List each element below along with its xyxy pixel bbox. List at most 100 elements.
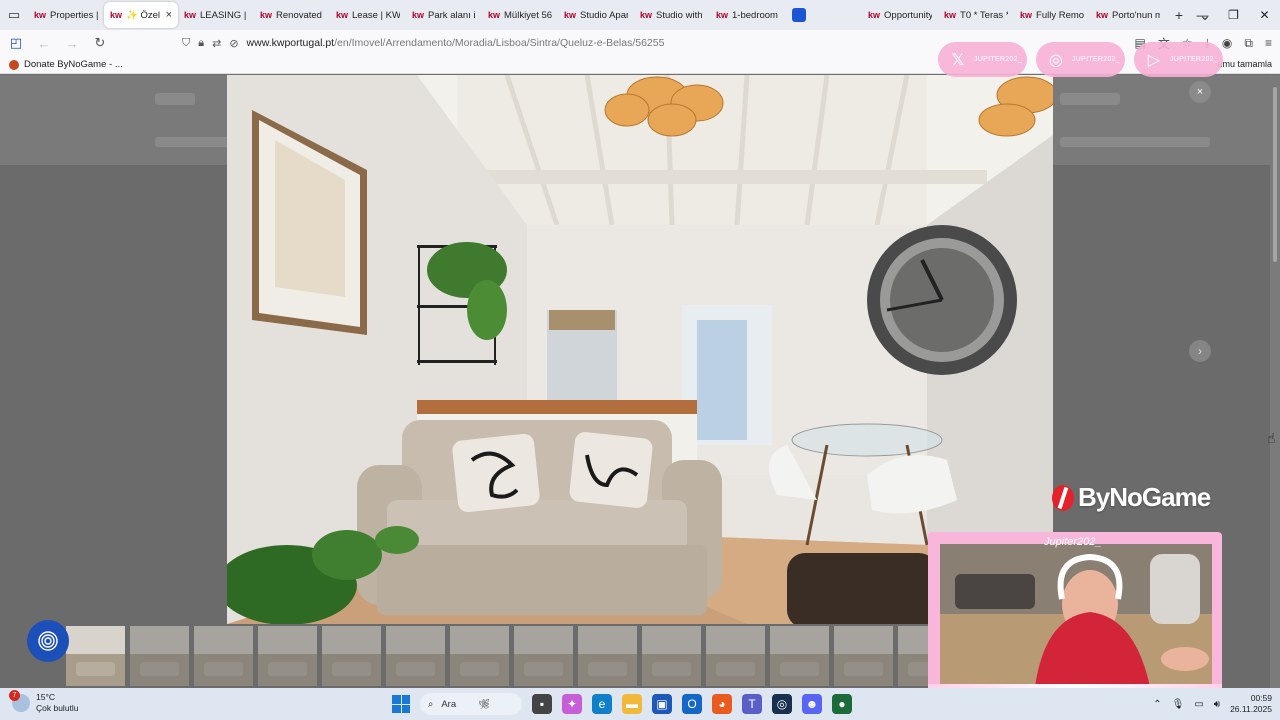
bookmarks-overflow-text[interactable]: umu tamamla — [1217, 59, 1272, 69]
steam-icon[interactable]: ◎ — [772, 694, 792, 714]
microphone-icon[interactable]: 🎙︎ — [1172, 699, 1185, 710]
tab-11[interactable]: kw Opportunity — [862, 2, 938, 28]
search-placeholder: Ara — [441, 698, 457, 710]
bookmark-donate[interactable]: Donate ByNoGame - ... — [0, 59, 123, 70]
tracking-icon[interactable]: ⊘ — [229, 37, 238, 50]
edge-icon[interactable]: e — [592, 694, 612, 714]
window-controls: — ❐ ✕ — [1187, 0, 1280, 30]
scrollbar-thumb[interactable] — [1273, 87, 1277, 262]
start-icon[interactable] — [392, 695, 410, 713]
tab-title: Studio Apart — [580, 9, 628, 21]
social-handle: JUPITER202_ — [1170, 56, 1219, 63]
shield-icon[interactable]: ⛉ — [182, 37, 190, 50]
tab-9[interactable]: kw1-bedroom a — [710, 2, 786, 28]
minimize-icon[interactable]: — — [1187, 0, 1218, 30]
tab-title: Studio with b — [656, 9, 704, 21]
file-explorer-icon[interactable]: ▬ — [622, 694, 642, 714]
network-icon[interactable]: ▭ — [1194, 699, 1203, 710]
tab-1[interactable]: kw✨ Özel K × — [104, 2, 178, 28]
social-badge-2: ▷ JUPITER202_ — [1134, 42, 1223, 77]
webcam-overlay: Jupiter202_ — [928, 532, 1222, 694]
tab-3[interactable]: kwRenovated 2- — [254, 2, 330, 28]
instagram-icon: ◎ — [1048, 51, 1064, 69]
clock-date: 26.11.2025 — [1230, 704, 1272, 714]
gallery-thumbnail[interactable] — [130, 626, 189, 686]
store-icon[interactable]: ▣ — [652, 694, 672, 714]
taskbar-search[interactable]: ⌕ Ara 🌿︎ — [420, 693, 522, 715]
page-scrollbar[interactable] — [1270, 75, 1280, 688]
tab-overview-icon[interactable]: ▭ — [0, 0, 28, 30]
tab-4[interactable]: kw Lease | KW — [330, 2, 406, 28]
close-gallery-button[interactable]: × — [1189, 81, 1211, 103]
reload-icon[interactable]: ↻ — [88, 31, 112, 55]
gallery-thumbnail[interactable] — [386, 626, 445, 686]
gallery-thumbnail[interactable] — [578, 626, 637, 686]
gallery-thumbnail[interactable] — [194, 626, 253, 686]
url-domain: www.kwportugal.pt — [246, 37, 335, 49]
task-view-icon[interactable]: ▪ — [532, 694, 552, 714]
gallery-thumbnail[interactable] — [706, 626, 765, 686]
gallery-thumbnail[interactable] — [770, 626, 829, 686]
webcam-video — [940, 544, 1212, 687]
weather-temp: 15°C — [36, 692, 55, 702]
obs-icon[interactable]: ● — [832, 694, 852, 714]
volume-icon[interactable]: 🔊︎ — [1214, 699, 1220, 710]
mouse-pointer-icon: ☝ — [1267, 430, 1276, 446]
next-photo-button[interactable]: › — [1189, 340, 1211, 362]
gallery-thumbnail[interactable] — [642, 626, 701, 686]
gallery-thumbnail[interactable] — [322, 626, 381, 686]
tab-12[interactable]: kwT0 * Teras * C — [938, 2, 1014, 28]
bynogame-logo-icon — [1052, 484, 1074, 511]
tray-overflow-icon[interactable]: ⌃ — [1153, 699, 1161, 710]
tab-10[interactable] — [786, 2, 862, 28]
tab-5[interactable]: kwPark alanı ile — [406, 2, 482, 28]
url-bar[interactable]: ⛉ 🔒︎ ⇄ ⊘ www.kwportugal.pt/en/Imovel/Arr… — [176, 32, 1064, 54]
social-badge-0: 𝕏 JUPITER202_ — [938, 42, 1027, 77]
tab-title: T0 * Teras * C — [960, 9, 1008, 21]
tab-6[interactable]: kwMülkiyet 564 — [482, 2, 558, 28]
tab-2[interactable]: kwLEASING | IT — [178, 2, 254, 28]
restore-icon[interactable]: ❐ — [1218, 0, 1249, 30]
account-icon[interactable]: ◉ — [1222, 36, 1232, 50]
social-overlay: 𝕏 JUPITER202_ ◎ JUPITER202_ ▷ JUPITER202_ — [938, 42, 1223, 77]
gallery-thumbnail[interactable] — [514, 626, 573, 686]
url-path: /en/Imovel/Arrendamento/Moradia/Lisboa/S… — [334, 37, 665, 49]
kw-favicon-icon: kw — [184, 10, 197, 20]
gallery-thumbnail[interactable] — [450, 626, 509, 686]
sidebar-toggle-icon[interactable]: ◰ — [4, 31, 28, 55]
lock-icon[interactable]: 🔒︎ — [198, 37, 204, 50]
search-icon: ⌕ — [428, 698, 434, 710]
tab-title: Properties | K — [50, 9, 98, 21]
back-icon[interactable]: ← — [32, 31, 56, 55]
tab-title: 1-bedroom a — [732, 9, 780, 21]
weather-badge: 7 — [9, 690, 20, 701]
weather-widget[interactable]: 7 15°C Çok bulutlu — [9, 690, 79, 714]
brand-text: ByNoGame — [1078, 482, 1211, 512]
firefox-icon[interactable]: ◕ — [712, 694, 732, 714]
kw-favicon-icon: kw — [640, 10, 653, 20]
x-logo-icon: 𝕏 — [951, 51, 965, 69]
tab-0[interactable]: kwProperties | K — [28, 2, 104, 28]
close-window-icon[interactable]: ✕ — [1249, 0, 1280, 30]
gallery-thumbnail[interactable] — [258, 626, 317, 686]
tab-8[interactable]: kwStudio with b — [634, 2, 710, 28]
permissions-icon[interactable]: ⇄ — [212, 37, 221, 50]
fingerprint-button[interactable] — [27, 620, 69, 662]
kw-favicon-icon: kw — [412, 10, 425, 20]
outlook-icon[interactable]: O — [682, 694, 702, 714]
extensions-icon[interactable]: ⧉ — [1244, 36, 1253, 51]
teams-icon[interactable]: T — [742, 694, 762, 714]
close-tab-icon[interactable]: × — [166, 9, 172, 21]
gallery-thumbnail[interactable] — [66, 626, 125, 686]
search-highlight-icon: 🌿︎ — [478, 698, 491, 710]
clock[interactable]: 00:59 26.11.2025 — [1230, 693, 1272, 715]
discord-icon[interactable]: ☻ — [802, 694, 822, 714]
url-text[interactable]: www.kwportugal.pt/en/Imovel/Arrendamento… — [247, 37, 665, 49]
gallery-thumbnail[interactable] — [834, 626, 893, 686]
tab-14[interactable]: kwPorto'nun me — [1090, 2, 1166, 28]
tab-7[interactable]: kw Studio Apart — [558, 2, 634, 28]
copilot-icon[interactable]: ✦ — [562, 694, 582, 714]
forward-icon[interactable]: → — [60, 31, 84, 55]
menu-icon[interactable]: ≡ — [1265, 36, 1272, 50]
tab-13[interactable]: kwFully Remode — [1014, 2, 1090, 28]
